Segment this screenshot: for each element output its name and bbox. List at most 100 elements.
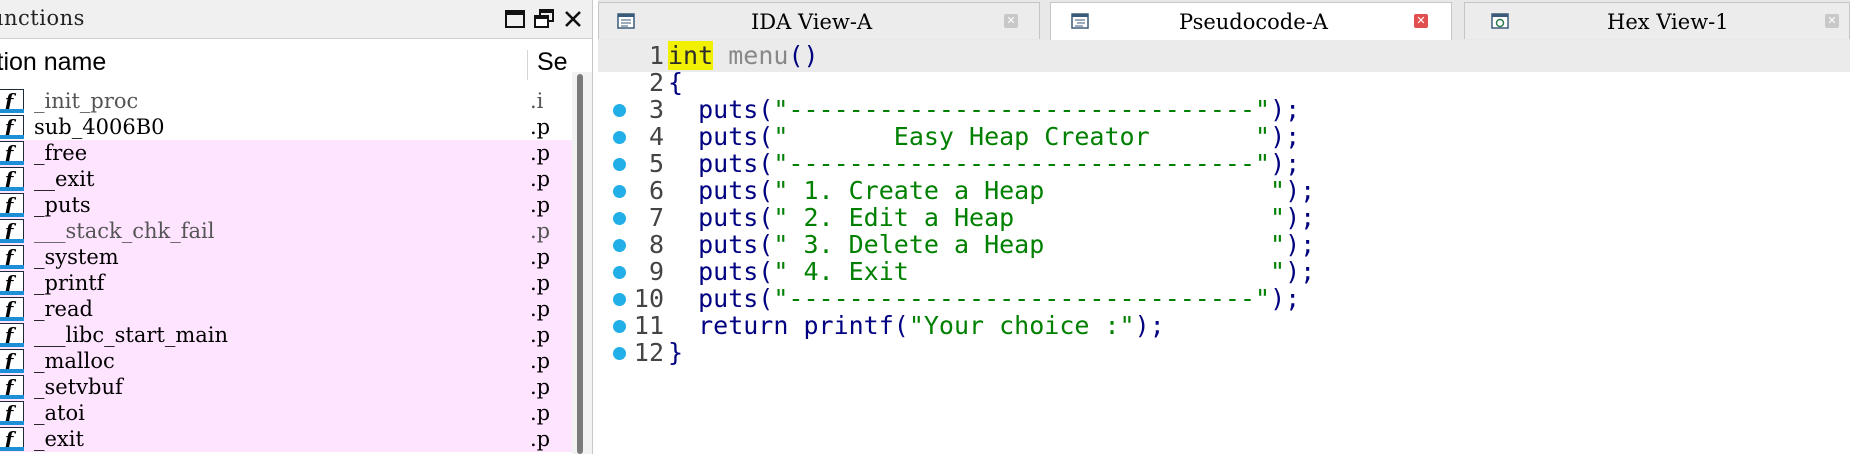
function-name: _printf: [34, 271, 105, 295]
functions-scrollbar[interactable]: [572, 72, 592, 454]
function-segment: .p: [530, 245, 551, 269]
function-row[interactable]: f _read .p: [0, 296, 572, 322]
code-token: int: [668, 41, 714, 70]
code-line[interactable]: 12}: [598, 337, 1850, 369]
function-icon: f: [0, 375, 24, 399]
breakpoint-dot-icon[interactable]: [613, 320, 626, 333]
code-token: puts(: [668, 203, 774, 232]
function-name: _exit: [34, 427, 84, 451]
scrollbar-thumb[interactable]: [577, 74, 583, 454]
function-segment: .p: [530, 271, 551, 295]
function-segment: .p: [530, 219, 551, 243]
function-row[interactable]: f _init_proc .i: [0, 88, 572, 114]
code-token: puts(: [668, 149, 774, 178]
breakpoint-dot-icon[interactable]: [613, 212, 626, 225]
function-icon: f: [0, 427, 24, 451]
function-name: _puts: [34, 193, 91, 217]
function-row[interactable]: f _system .p: [0, 244, 572, 270]
column-divider[interactable]: [527, 50, 528, 80]
breakpoint-dot-icon[interactable]: [613, 158, 626, 171]
function-segment: .i: [530, 89, 544, 113]
breakpoint-dot-icon[interactable]: [613, 293, 626, 306]
functions-pane: unctions ction name Se f_init_proc.ifsub…: [0, 0, 593, 454]
function-icon: f: [0, 323, 24, 347]
function-segment: .p: [530, 349, 551, 373]
tab-pseudocode-a[interactable]: Pseudocode-A ✕: [1050, 2, 1452, 41]
function-row[interactable]: f __exit .p: [0, 166, 572, 192]
function-row[interactable]: f _setvbuf .p: [0, 374, 572, 400]
code-token: puts(: [668, 122, 774, 151]
code-token: "-------------------------------": [773, 149, 1271, 178]
code-token: "-------------------------------": [773, 95, 1271, 124]
function-segment: .p: [530, 401, 551, 425]
tab-hex-view-1[interactable]: Hex View-1 ✕: [1464, 2, 1850, 39]
function-row[interactable]: f _free .p: [0, 140, 572, 166]
function-icon: f: [0, 115, 24, 139]
breakpoint-dot-icon[interactable]: [613, 347, 626, 360]
tab-label: Hex View-1: [1607, 10, 1729, 34]
function-segment: .p: [530, 375, 551, 399]
code-token: puts(: [668, 257, 774, 286]
code-token: "-------------------------------": [773, 284, 1271, 313]
tab-close-icon[interactable]: ✕: [1004, 14, 1018, 28]
close-icon[interactable]: [561, 8, 585, 30]
function-name: _setvbuf: [34, 375, 123, 399]
function-row[interactable]: f _exit .p: [0, 426, 572, 452]
function-segment: .p: [530, 193, 551, 217]
function-name: ___libc_start_main: [34, 323, 229, 347]
breakpoint-dot-icon[interactable]: [613, 239, 626, 252]
function-icon: f: [0, 193, 24, 217]
code-token: );: [1285, 203, 1316, 232]
ida-view-icon: [617, 13, 635, 29]
function-segment: .p: [530, 323, 551, 347]
view-tabbar: IDA View-A ✕ Pseudocode-A ✕ Hex View-1 ✕: [598, 0, 1850, 41]
maximize-icon[interactable]: [503, 8, 527, 30]
function-name: _system: [34, 245, 119, 269]
breakpoint-dot-icon[interactable]: [613, 185, 626, 198]
column-header-function-name[interactable]: ction name: [0, 48, 106, 77]
function-icon: f: [0, 401, 24, 425]
function-icon: f: [0, 271, 24, 295]
function-icon: f: [0, 297, 24, 321]
tab-ida-view-a[interactable]: IDA View-A ✕: [598, 2, 1040, 39]
function-row[interactable]: f _puts .p: [0, 192, 572, 218]
function-name: ___stack_chk_fail: [34, 219, 215, 243]
function-name: sub_4006B0: [34, 115, 165, 139]
function-icon: f: [0, 219, 24, 243]
function-name: _free: [34, 141, 88, 165]
code-token: " Easy Heap Creator ": [773, 122, 1271, 151]
breakpoint-dot-icon[interactable]: [613, 104, 626, 117]
function-icon: f: [0, 245, 24, 269]
function-name: _read: [34, 297, 93, 321]
code-token: " 4. Exit ": [773, 257, 1286, 286]
code-token: }: [668, 338, 684, 367]
code-token: " 1. Create a Heap ": [773, 176, 1286, 205]
breakpoint-dot-icon[interactable]: [613, 131, 626, 144]
functions-title: unctions: [0, 6, 85, 30]
function-icon: f: [0, 141, 24, 165]
function-row[interactable]: f ___stack_chk_fail .p: [0, 218, 572, 244]
breakpoint-dot-icon[interactable]: [613, 266, 626, 279]
function-icon: f: [0, 349, 24, 373]
function-row[interactable]: f _malloc .p: [0, 348, 572, 374]
function-row[interactable]: f ___libc_start_main .p: [0, 322, 572, 348]
function-row[interactable]: f _printf .p: [0, 270, 572, 296]
pseudocode-view[interactable]: 1 int menu() 2{3 puts("-------------------…: [598, 40, 1850, 454]
code-token: );: [1270, 122, 1301, 151]
tab-close-icon[interactable]: ✕: [1414, 14, 1428, 28]
code-token: puts(: [668, 176, 774, 205]
function-row[interactable]: f _atoi .p: [0, 400, 572, 426]
column-header-segment[interactable]: Se: [537, 48, 568, 77]
tab-close-icon[interactable]: ✕: [1825, 14, 1839, 28]
code-token: );: [1285, 230, 1316, 259]
function-name: _atoi: [34, 401, 85, 425]
function-segment: .p: [530, 115, 551, 139]
function-row[interactable]: f sub_4006B0 .p: [0, 114, 572, 140]
function-name: __exit: [34, 167, 95, 191]
function-segment: .p: [530, 167, 551, 191]
float-window-icon[interactable]: [532, 8, 556, 30]
functions-list: f _init_proc .i f sub_4006B0 .p f _free .p f __exi…: [0, 88, 572, 454]
functions-column-header: ction name Se: [0, 46, 592, 82]
code-token: puts(: [668, 230, 774, 259]
